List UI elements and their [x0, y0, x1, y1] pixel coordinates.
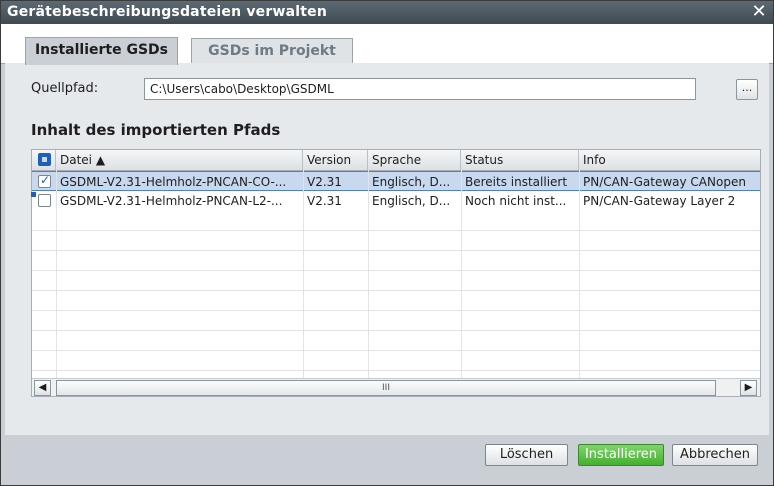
section-title: Inhalt des importierten Pfads [31, 121, 281, 139]
cell-version: V2.31 [307, 175, 342, 189]
delete-button[interactable]: Löschen [485, 444, 568, 466]
selection-handle [31, 192, 36, 197]
scroll-right-icon[interactable]: ▶ [740, 380, 757, 396]
grid-line [579, 170, 580, 380]
source-path-input[interactable]: C:\Users\cabo\Desktop\GSDML [144, 78, 696, 100]
cell-file: GSDML-V2.31-Helmholz-PNCAN-CO-... [60, 175, 287, 189]
tab-gsds-in-project[interactable]: GSDs im Projekt [191, 38, 353, 64]
cell-language: Englisch, D... [372, 175, 451, 189]
grid-line [32, 370, 760, 371]
gsd-manager-dialog: Gerätebeschreibungsdateien verwalten ✕ I… [0, 0, 774, 486]
scroll-thumb[interactable]: III [56, 380, 716, 396]
source-path-label: Quellpfad: [31, 81, 99, 96]
grid-line [32, 350, 760, 351]
close-icon[interactable]: ✕ [749, 2, 769, 22]
gsd-file-table: Datei ▲ Version Sprache Status Info GSDM… [31, 149, 761, 397]
grid-line [32, 230, 760, 231]
column-header-status[interactable]: Status [461, 150, 579, 170]
cell-info: PN/CAN-Gateway CANopen [583, 175, 746, 189]
cell-status: Bereits installiert [465, 175, 568, 189]
row-checkbox[interactable] [38, 194, 51, 207]
column-header-version[interactable]: Version [303, 150, 368, 170]
tab-installed-gsds[interactable]: Installierte GSDs [25, 37, 178, 65]
column-header-info[interactable]: Info [579, 150, 760, 170]
select-all-cell[interactable] [32, 150, 56, 170]
grid-line [32, 290, 760, 291]
dialog-title: Gerätebeschreibungsdateien verwalten [7, 4, 327, 20]
select-all-checkbox[interactable] [38, 153, 51, 166]
grid-line [303, 170, 304, 380]
grid-line [368, 170, 369, 380]
grid-line [32, 330, 760, 331]
row-checkbox[interactable] [38, 173, 51, 188]
table-row[interactable]: GSDML-V2.31-Helmholz-PNCAN-L2-... V2.31 … [32, 191, 760, 211]
title-bar[interactable]: Gerätebeschreibungsdateien verwalten ✕ [1, 1, 773, 24]
table-row[interactable]: GSDML-V2.31-Helmholz-PNCAN-CO-... V2.31 … [32, 171, 760, 191]
cell-file: GSDML-V2.31-Helmholz-PNCAN-L2-... [60, 194, 283, 208]
horizontal-scrollbar[interactable]: ◀ III ▶ [32, 378, 760, 396]
grid-line [32, 310, 760, 311]
grid-line [56, 170, 57, 380]
cell-version: V2.31 [307, 194, 342, 208]
grid-line [461, 170, 462, 380]
cell-info: PN/CAN-Gateway Layer 2 [583, 194, 736, 208]
cancel-button[interactable]: Abbrechen [672, 444, 758, 466]
grid-line [32, 250, 760, 251]
browse-button[interactable]: ... [736, 79, 758, 100]
cell-language: Englisch, D... [372, 194, 451, 208]
cell-status: Noch nicht inst... [465, 194, 567, 208]
install-button[interactable]: Installieren [578, 444, 664, 466]
scroll-left-icon[interactable]: ◀ [34, 380, 51, 396]
table-header: Datei ▲ Version Sprache Status Info [32, 150, 760, 171]
column-header-file[interactable]: Datei ▲ [56, 150, 303, 170]
column-header-language[interactable]: Sprache [368, 150, 461, 170]
grid-line [32, 270, 760, 271]
tab-strip: Installierte GSDs GSDs im Projekt [1, 24, 773, 65]
